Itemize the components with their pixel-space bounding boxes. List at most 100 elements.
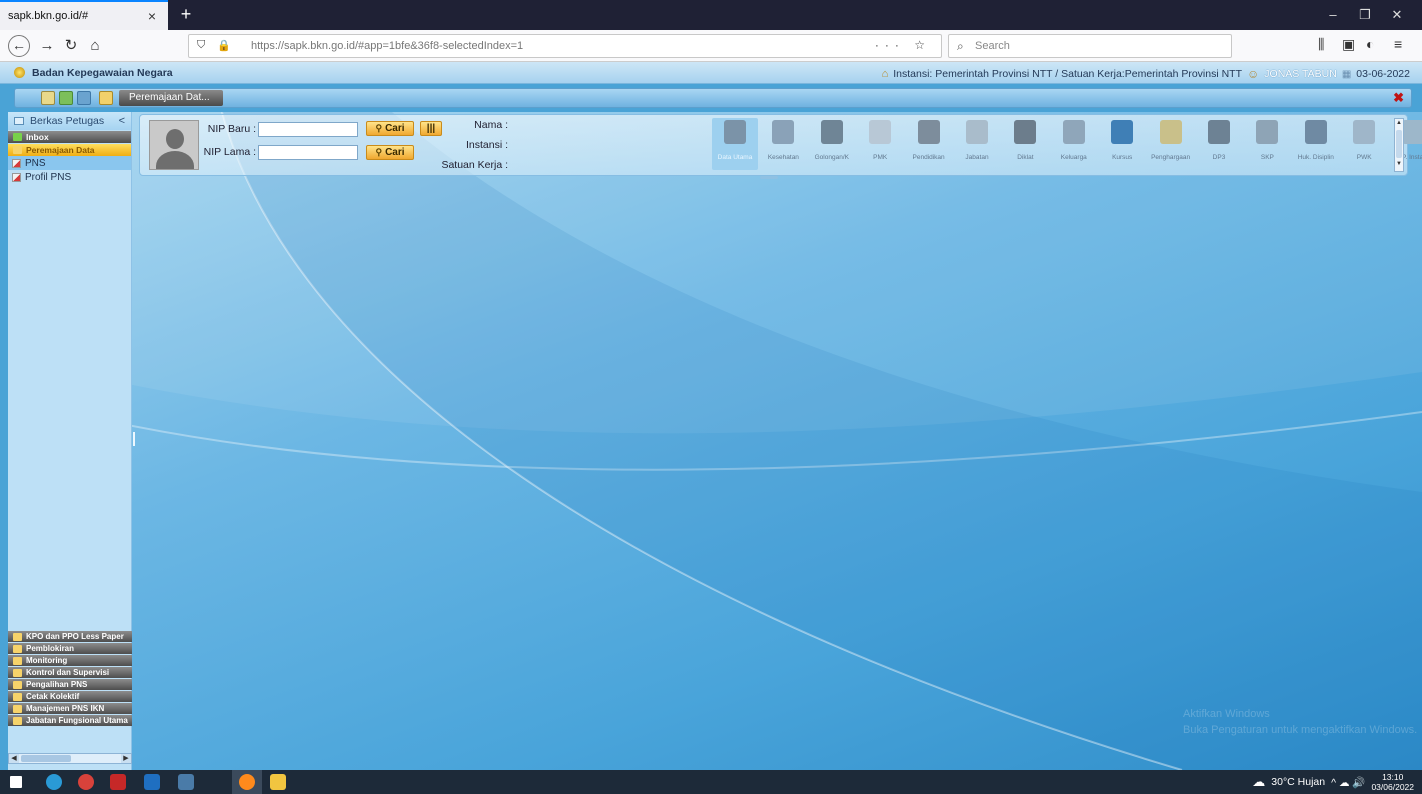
tab-peremajaan-data[interactable]: Peremajaan Dat... (119, 90, 223, 106)
lock-icon[interactable]: 🔒 (217, 39, 231, 52)
sidebar-splitter[interactable] (133, 432, 135, 446)
search-placeholder[interactable]: Search (975, 40, 1010, 52)
restore-button[interactable]: ❐ (1350, 0, 1380, 30)
windows-start-icon[interactable] (10, 776, 22, 788)
cari-lama-button[interactable]: ⚲ Cari (366, 145, 414, 160)
shield-icon[interactable]: ⛉ (197, 39, 205, 52)
sidebar-group-inbox[interactable]: Inbox (8, 131, 131, 143)
sidebar-item-pns[interactable]: PNS (8, 156, 131, 170)
scroll-right-icon[interactable]: ▶ (121, 754, 131, 763)
satuan-kerja-label: Satuan Kerja : (441, 159, 508, 171)
sidebar-group-monitoring[interactable]: Monitoring (8, 655, 132, 666)
chrome-icon[interactable] (78, 774, 94, 790)
user-name[interactable]: JONAS TABUN (1264, 68, 1337, 80)
header-date: 03-06-2022 (1356, 68, 1410, 80)
module-pwk[interactable]: PWK (1341, 118, 1387, 170)
module-data-utama[interactable]: Data Utama (712, 118, 758, 170)
note-icon[interactable] (99, 91, 113, 105)
sidebar-group-cetak[interactable]: Cetak Kolektif (8, 691, 132, 702)
close-app-icon[interactable]: ✖ (1393, 90, 1404, 106)
refresh-icon[interactable] (59, 91, 73, 105)
page-actions[interactable]: ··· ☆ (875, 38, 931, 52)
sidebar-group-pemblokiran[interactable]: Pemblokiran (8, 643, 132, 654)
users-icon[interactable] (77, 91, 91, 105)
sidebar-group-jabatan-fungsional[interactable]: Jabatan Fungsional Utama (8, 715, 132, 726)
minimize-button[interactable]: – (1318, 0, 1348, 30)
forward-arrow-icon[interactable]: → (36, 35, 58, 57)
collapse-icon[interactable]: < (119, 115, 125, 127)
reload-icon[interactable]: ↻ (60, 35, 82, 57)
module-diklat[interactable]: Diklat (1002, 118, 1048, 170)
module-label: PMK (873, 154, 888, 161)
browser-tab[interactable]: sapk.bkn.go.id/# × (0, 0, 168, 30)
id-card-icon (966, 120, 988, 144)
sidebar-toggle-icon[interactable]: ▣ (1342, 36, 1355, 53)
weather-text[interactable]: 30°C Hujan (1271, 776, 1325, 788)
pns-icon (12, 158, 21, 168)
tab-close-icon[interactable]: × (144, 8, 160, 24)
module-skp[interactable]: SKP (1244, 118, 1290, 170)
file-explorer-icon[interactable] (270, 774, 286, 790)
new-tab-button[interactable]: + (174, 3, 198, 27)
url-bar[interactable]: ⛉ 🔒 https://sapk.bkn.go.id/#app=1bfe&36f… (188, 34, 942, 58)
module-dp3[interactable]: DP3 (1196, 118, 1242, 170)
sidebar-group-kontrol[interactable]: Kontrol dan Supervisi (8, 667, 132, 678)
acrobat-icon[interactable] (110, 774, 126, 790)
scroll-thumb[interactable] (1396, 130, 1402, 158)
firefox-icon[interactable] (239, 774, 255, 790)
module-pendidikan[interactable]: Pendidikan (906, 118, 952, 170)
sidebar-group-label: Pemblokiran (26, 644, 75, 653)
sidebar-item-profil-pns[interactable]: Profil PNS (8, 170, 131, 184)
module-scrollbar[interactable]: ▲ ▼ (1394, 118, 1404, 172)
back-arrow-icon[interactable]: ← (8, 35, 30, 57)
home-icon[interactable]: ⌂ (882, 68, 889, 80)
diamond-icon (1111, 120, 1134, 144)
module-pmk[interactable]: PMK (857, 118, 903, 170)
tray-icons[interactable]: ^ ☁ 🔊 (1331, 776, 1365, 789)
settings-app-icon[interactable] (178, 774, 194, 790)
module-jabatan[interactable]: Jabatan (954, 118, 1000, 170)
home-icon[interactable]: ⌂ (84, 35, 106, 57)
module-label: Kursus (1112, 154, 1133, 161)
url-text[interactable]: https://sapk.bkn.go.id/#app=1bfe&36f8-se… (251, 40, 523, 52)
sidebar-scrollbar[interactable]: ◀ ▶ (8, 753, 132, 764)
person-icon (1304, 120, 1327, 144)
scroll-left-icon[interactable]: ◀ (9, 754, 19, 763)
scroll-thumb[interactable] (21, 755, 71, 762)
user-icon: ☺ (1247, 67, 1260, 81)
app-icon[interactable] (144, 774, 160, 790)
cari-baru-button[interactable]: ⚲ Cari (366, 121, 414, 136)
module-keluarga[interactable]: Keluarga (1051, 118, 1097, 170)
nip-lama-input[interactable] (258, 145, 358, 160)
sidebar-group-kpo[interactable]: KPO dan PPO Less Paper (8, 631, 132, 642)
window-icon[interactable] (41, 91, 55, 105)
search-icon: ⚲ (375, 147, 383, 157)
panel-collapse-handle[interactable] (760, 176, 778, 179)
scroll-up-icon[interactable]: ▲ (1395, 119, 1403, 128)
people-icon (1256, 120, 1279, 144)
nip-baru-input[interactable] (258, 122, 358, 137)
cloud-rain-icon: ☁ (1252, 774, 1266, 789)
sidebar-group-label: Pengalihan PNS (26, 680, 88, 689)
module-kesehatan[interactable]: Kesehatan (760, 118, 806, 170)
menu-icon[interactable]: ≡ (1394, 36, 1402, 52)
clock[interactable]: 13:10 03/06/2022 (1371, 772, 1414, 792)
edge-icon[interactable] (46, 774, 62, 790)
instansi-text: Instansi: Pemerintah Provinsi NTT / Satu… (893, 68, 1243, 80)
extension-icon[interactable]: ◐ (1366, 36, 1374, 52)
module-golongan-k[interactable]: Golongan/K (809, 118, 855, 170)
database-icon (724, 120, 746, 144)
module-label: Penghargaan (1151, 154, 1191, 161)
search-bar[interactable]: ⌕ Search (948, 34, 1232, 58)
module-kursus[interactable]: Kursus (1099, 118, 1145, 170)
close-window-button[interactable]: ✕ (1382, 0, 1412, 30)
module-huk-disiplin[interactable]: Huk. Disiplin (1293, 118, 1339, 170)
module-label: Golongan/K (814, 154, 849, 161)
module-penghargaan[interactable]: Penghargaan (1148, 118, 1194, 170)
library-icon[interactable]: ⫼ (1318, 36, 1324, 53)
sidebar-group-manajemen-ikn[interactable]: Manajemen PNS IKN (8, 703, 132, 714)
sidebar-group-pengalihan[interactable]: Pengalihan PNS (8, 679, 132, 690)
scroll-down-icon[interactable]: ▼ (1395, 160, 1403, 169)
sidebar-group-peremajaan-data[interactable]: Peremajaan Data (8, 144, 131, 156)
sidebar-group-label: Jabatan Fungsional Utama (26, 716, 128, 725)
